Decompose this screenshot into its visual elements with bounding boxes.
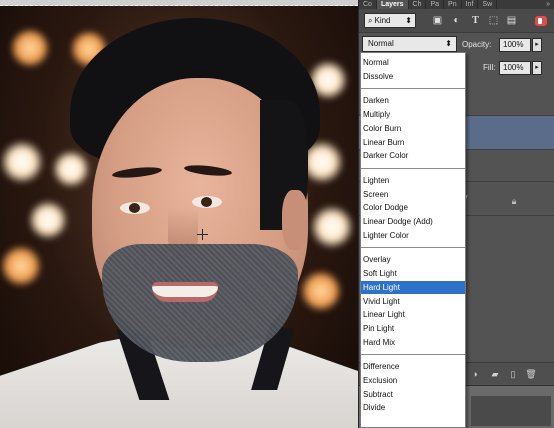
opacity-label: Opacity: <box>462 40 492 49</box>
ear <box>282 190 308 250</box>
menu-separator <box>361 167 465 169</box>
tab-paths[interactable]: Pa <box>426 0 445 9</box>
crosshair-cursor-icon <box>197 229 208 240</box>
lock-icon: 🔒︎ <box>511 196 517 206</box>
shape-filter-icon[interactable]: ⬚ <box>487 14 500 27</box>
blend-mode-option[interactable]: Multiply <box>361 108 465 121</box>
new-layer-icon[interactable]: ▯ <box>507 369 519 380</box>
document-canvas[interactable] <box>0 0 358 428</box>
eye-left <box>120 202 150 214</box>
search-icon: ⌕ <box>368 16 373 25</box>
tab-properties[interactable]: Pn <box>444 0 462 9</box>
blend-mode-option[interactable]: Screen <box>361 188 465 201</box>
blend-mode-option[interactable]: Lighter Color <box>361 229 465 242</box>
blend-mode-option[interactable]: Dissolve <box>361 70 465 83</box>
smart-object-filter-icon[interactable]: ▤ <box>505 14 518 27</box>
blend-mode-option[interactable]: Linear Light <box>361 308 465 321</box>
blend-mode-option[interactable]: Normal <box>361 56 465 69</box>
tab-overflow[interactable]: » <box>542 0 554 9</box>
new-group-icon[interactable]: ▰ <box>489 369 501 380</box>
tab-layers[interactable]: Layers <box>376 0 409 9</box>
menu-separator <box>361 354 465 356</box>
blend-mode-option[interactable]: Difference <box>361 360 465 373</box>
chevron-down-icon: ⬍ <box>405 16 412 25</box>
blend-mode-option[interactable]: Overlay <box>361 253 465 266</box>
opacity-dropdown-arrow[interactable]: ▸ <box>532 38 542 52</box>
opacity-input[interactable]: 100% <box>499 38 531 52</box>
panel-tab-bar: Co Layers Ch Pa Pn Inf Sw » <box>359 0 554 9</box>
type-filter-icon[interactable]: T <box>469 14 482 27</box>
bokeh-light <box>28 200 68 240</box>
blend-mode-option[interactable]: Linear Dodge (Add) <box>361 215 465 228</box>
blend-mode-option[interactable]: Color Dodge <box>361 201 465 214</box>
delete-icon[interactable]: 🗑︎ <box>525 369 537 380</box>
fill-input[interactable]: 100% <box>499 61 531 75</box>
blend-mode-option[interactable]: Darker Color <box>361 149 465 162</box>
tab-swatches[interactable]: Sw <box>478 0 498 9</box>
adjustment-filter-icon[interactable]: ◐ <box>450 14 463 27</box>
layer-filter-row: ⌕ Kind ⬍ ▣ ◐ T ⬚ ▤ <box>359 9 554 33</box>
eye-right <box>192 196 222 208</box>
blend-mode-option[interactable]: Color Burn <box>361 122 465 135</box>
blend-mode-option[interactable]: Darken <box>361 94 465 107</box>
chevron-updown-icon: ⬍ <box>445 39 452 48</box>
kind-filter-label: Kind <box>374 16 391 25</box>
kind-filter-select[interactable]: ⌕ Kind ⬍ <box>364 13 416 28</box>
blend-mode-option[interactable]: Divide <box>361 401 465 414</box>
blend-mode-option[interactable]: Vivid Light <box>361 295 465 308</box>
blend-mode-option[interactable]: Hard Light <box>361 280 465 294</box>
canvas-top-edge <box>0 0 358 6</box>
blend-mode-value: Normal <box>368 39 394 48</box>
blend-mode-menu: Normal Dissolve Darken Multiply Color Burn Li… <box>360 52 466 428</box>
bokeh-light <box>10 28 50 68</box>
menu-separator <box>361 247 465 249</box>
lower-panel-inset <box>471 396 551 426</box>
bokeh-light <box>0 140 44 184</box>
blend-mode-select[interactable]: Normal ⬍ <box>362 36 457 52</box>
tab-info[interactable]: Inf <box>462 0 479 9</box>
tab-color[interactable]: Co <box>359 0 377 9</box>
blend-mode-option[interactable]: Linear Burn <box>361 136 465 149</box>
blend-mode-option[interactable]: Soft Light <box>361 267 465 280</box>
blend-mode-option[interactable]: Pin Light <box>361 322 465 335</box>
filter-toggle[interactable] <box>535 16 547 26</box>
blend-mode-option[interactable]: Hard Mix <box>361 336 465 349</box>
blend-mode-option[interactable]: Subtract <box>361 388 465 401</box>
bokeh-light <box>52 150 90 188</box>
fill-dropdown-arrow[interactable]: ▸ <box>532 61 542 75</box>
pixel-filter-icon[interactable]: ▣ <box>431 14 444 27</box>
mouth <box>152 282 218 302</box>
menu-separator <box>361 88 465 90</box>
tab-channels[interactable]: Ch <box>409 0 427 9</box>
adjustment-layer-icon[interactable]: ◑ <box>469 369 481 380</box>
blend-mode-option[interactable]: Exclusion <box>361 374 465 387</box>
bokeh-light <box>310 205 354 249</box>
blend-mode-option[interactable]: Lighten <box>361 174 465 187</box>
bokeh-light <box>300 270 342 312</box>
fill-label: Fill: <box>483 63 496 72</box>
bokeh-light <box>0 245 42 287</box>
